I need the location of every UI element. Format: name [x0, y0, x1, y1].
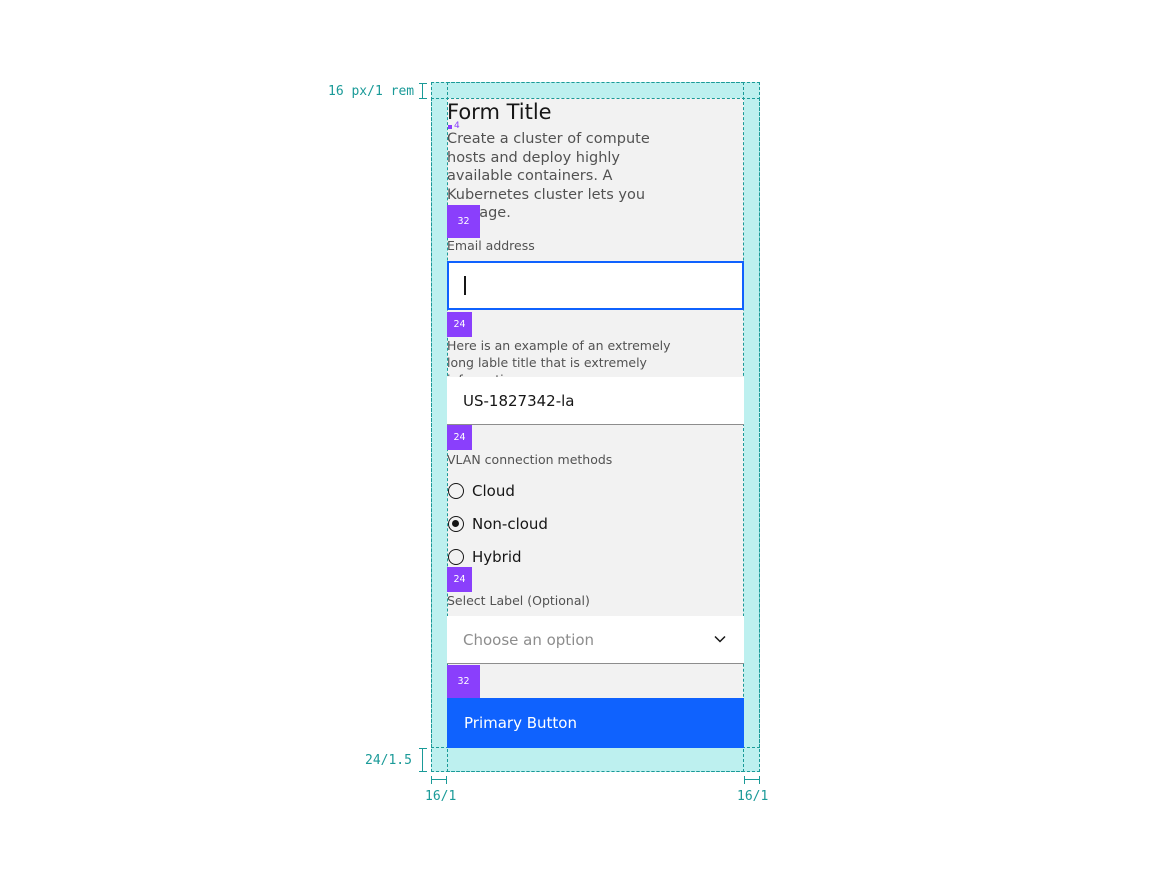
radio-non-cloud[interactable]: Non-cloud: [448, 515, 548, 533]
radio-unchecked-icon: [448, 549, 464, 565]
form-description: Create a cluster of compute hosts and de…: [447, 131, 650, 221]
left-padding-annotation: 16/1: [425, 789, 457, 804]
spacer-32: 32: [447, 665, 480, 698]
form-title: Form Title: [447, 100, 552, 124]
spacer-4-marker: [448, 125, 452, 129]
text-input-value: US-1827342-la: [463, 392, 575, 410]
radio-label: Hybrid: [472, 548, 522, 566]
select-placeholder: Choose an option: [463, 631, 595, 649]
radio-label: Non-cloud: [472, 515, 548, 533]
radio-checked-icon: [448, 516, 464, 532]
right-padding-annotation: 16/1: [737, 789, 769, 804]
text-input[interactable]: US-1827342-la: [447, 377, 744, 425]
radio-group-label: VLAN connection methods: [447, 452, 613, 467]
top-padding-annotation: 16 px/1 rem: [328, 84, 415, 99]
left-padding-bracket: [431, 776, 447, 784]
bottom-padding-bracket: [419, 748, 427, 772]
email-field[interactable]: [447, 261, 744, 310]
chevron-down-icon: [714, 635, 726, 643]
spacer-32: 32: [447, 205, 480, 238]
primary-button[interactable]: Primary Button: [447, 698, 744, 748]
text-cursor: [464, 276, 466, 295]
top-padding-bracket: [419, 83, 427, 99]
radio-unchecked-icon: [448, 483, 464, 499]
spacer-24: 24: [447, 425, 472, 450]
radio-cloud[interactable]: Cloud: [448, 482, 515, 500]
radio-label: Cloud: [472, 482, 515, 500]
spacer-24: 24: [447, 567, 472, 592]
email-label: Email address: [447, 238, 535, 253]
select-label: Select Label (Optional): [447, 593, 590, 608]
radio-hybrid[interactable]: Hybrid: [448, 548, 522, 566]
select-dropdown[interactable]: Choose an option: [447, 616, 744, 664]
spacer-24: 24: [447, 312, 472, 337]
right-padding-bracket: [744, 776, 760, 784]
bottom-padding-annotation: 24/1.5: [365, 753, 412, 768]
